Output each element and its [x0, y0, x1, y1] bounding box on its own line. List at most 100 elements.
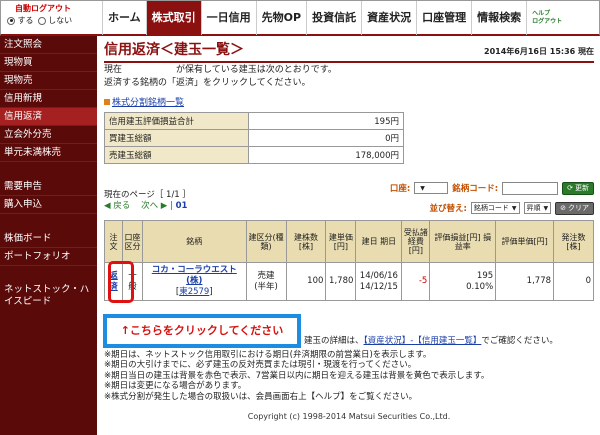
- sidebar-item-margin-repay[interactable]: 信用返済: [0, 108, 97, 126]
- next-page-link[interactable]: 次へ ▶: [141, 201, 167, 211]
- note-line: ※期日は変更になる場合があります。: [104, 381, 247, 391]
- code-label: 銘柄コード:: [452, 184, 499, 194]
- top-bar: 自動ログアウト する しない ホーム 株式取引 一日信用 先物OP 投資信託 資…: [0, 0, 600, 36]
- sidebar-item-stock-board[interactable]: 株価ボード: [0, 230, 97, 248]
- refresh-button[interactable]: ⟳ 更新: [562, 181, 594, 195]
- eval-price-cell: 1,778: [495, 262, 555, 301]
- table-header-row: 注文 口座区分 銘柄 建区分(種類) 建株数[株] 建単価[円] 建日 期日 受…: [104, 220, 594, 263]
- price-cell: 1,780: [325, 262, 357, 301]
- sidebar-item-purchase-apply[interactable]: 購入申込: [0, 196, 97, 214]
- click-here-callout: ↑こちらをクリックしてください: [103, 314, 301, 348]
- auto-logout-options: する しない: [7, 15, 101, 27]
- main-nav: ホーム 株式取引 一日信用 先物OP 投資信託 資産状況 口座管理 情報検索 ヘ…: [102, 1, 567, 35]
- note-line: ※期日当日の建玉は背景を赤色で表示、7営業日以内に期日を迎える建玉は背景を黄色で…: [104, 370, 490, 381]
- positions-table: 注文 口座区分 銘柄 建区分(種類) 建株数[株] 建単価[円] 建日 期日 受…: [104, 220, 594, 301]
- help-link[interactable]: ヘルプ: [532, 10, 562, 18]
- sidebar-item-portfolio[interactable]: ポートフォリオ: [0, 248, 97, 266]
- tab-futures-options[interactable]: 先物OP: [255, 1, 306, 35]
- note-line: ※株式分割が発生した場合の取扱いは、会員画面右上【ヘルプ】をご覧ください。: [104, 391, 418, 402]
- fees-cell: -5: [401, 262, 431, 301]
- summary-value: 178,000円: [248, 146, 404, 164]
- chevron-down-icon: ▼: [511, 205, 517, 212]
- auto-logout-off-radio[interactable]: しない: [37, 15, 72, 27]
- position-list-link[interactable]: 【資産状況】-【信用建玉一覧】: [364, 336, 482, 346]
- description-line-1: 現在 が保有している建玉は次のとおりです。: [104, 65, 337, 75]
- position-type-cell: 売建 (半年): [245, 262, 287, 301]
- col-order-qty: 発注数[株]: [553, 220, 594, 263]
- table-row: 信用建玉評価損益合計 195円: [104, 112, 404, 130]
- summary-table: 信用建玉評価損益合計 195円 買建玉総額 0円 売建玉総額 178,000円: [104, 112, 404, 164]
- stock-name-link[interactable]: コカ・コーラウエスト(株): [152, 265, 237, 286]
- note-line: ※期日は、ネットストック信用取引における期日(弁済期限の前営業日)を表示します。: [104, 349, 432, 360]
- col-account-type: 口座区分: [121, 220, 143, 263]
- table-row: 売建玉総額 178,000円: [104, 146, 404, 164]
- auto-logout-title: 自動ログアウト: [15, 4, 71, 13]
- description-line-2: 返済する銘柄の「返済」をクリックしてください。: [104, 78, 311, 88]
- sidebar-item-demand-report[interactable]: 需要申告: [0, 178, 97, 196]
- pager-links: ◀ 戻る 次へ ▶ | 01: [104, 201, 188, 211]
- chevron-down-icon: ▼: [420, 185, 425, 192]
- stock-code-input[interactable]: [502, 181, 559, 195]
- table-row: 買建玉総額 0円: [104, 129, 404, 147]
- current-page: 現在のページ［ 1/1 ］: [104, 190, 191, 200]
- pager: 現在のページ［ 1/1 ］ ◀ 戻る 次へ ▶ | 01: [104, 190, 191, 212]
- sidebar-item-order-inquiry[interactable]: 注文照会: [0, 36, 97, 54]
- table-row: 返済 一般 コカ・コーラウエスト(株) [東2579] 売建 (半年) 100 1…: [104, 262, 594, 301]
- chevron-down-icon: ▼: [543, 205, 549, 212]
- tab-assets[interactable]: 資産状況: [361, 1, 416, 35]
- current-datetime: 2014年6月16日 15:36 現在: [484, 47, 594, 56]
- col-fees: 受払諸経費[円]: [401, 220, 431, 263]
- col-order: 注文: [104, 220, 123, 263]
- page-number-link[interactable]: 01: [176, 201, 188, 211]
- sidebar-item-margin-new[interactable]: 信用新規: [0, 90, 97, 108]
- col-shares: 建株数[株]: [285, 220, 327, 263]
- profit-loss-cell: 195 0.10%: [429, 262, 497, 301]
- summary-label: 売建玉総額: [104, 146, 249, 164]
- sidebar-item-netstock-highspeed[interactable]: ネットストック・ハイスピード: [0, 282, 97, 308]
- auto-logout-on-radio[interactable]: する: [7, 15, 34, 27]
- logout-link[interactable]: ログアウト: [532, 18, 562, 26]
- shares-cell: 100: [285, 262, 327, 301]
- summary-label: 買建玉総額: [104, 129, 249, 147]
- col-profit-loss: 評価損益[円] 損益率: [429, 220, 497, 263]
- sidebar-item-odd-lot-sell[interactable]: 単元未満株売: [0, 144, 97, 162]
- order-qty-cell: 0: [553, 262, 594, 301]
- note-line: ※期日の大引けまでに、必ず建玉の反対売買または現引・現渡を行ってください。: [104, 360, 417, 370]
- summary-label: 信用建玉評価損益合計: [104, 112, 249, 130]
- account-label: 口座:: [389, 184, 411, 194]
- col-position-type: 建区分(種類): [245, 220, 287, 263]
- sidebar: 注文照会 現物買 現物売 信用新規 信用返済 立会外分売 単元未満株売 需要申告…: [0, 36, 97, 435]
- col-eval-price: 評価単価[円]: [495, 220, 555, 263]
- clear-icon: ⊘: [560, 204, 566, 212]
- col-dates: 建日 期日: [355, 220, 403, 263]
- summary-value: 0円: [248, 129, 404, 147]
- split-stock-list-link[interactable]: 株式分割銘柄一覧: [104, 95, 594, 108]
- tab-home[interactable]: ホーム: [102, 1, 146, 35]
- clear-button[interactable]: ⊘ クリア: [555, 201, 594, 215]
- bullet-square-icon: [104, 99, 110, 105]
- stock-code-link[interactable]: 東2579: [179, 287, 209, 297]
- sort-label: 並び替え:: [429, 204, 467, 214]
- help-logout-links[interactable]: ヘルプ ログアウト: [526, 1, 567, 35]
- sidebar-item-cash-sell[interactable]: 現物売: [0, 72, 97, 90]
- sort-field-select[interactable]: 銘柄コード ▼: [470, 202, 520, 214]
- tab-info-search[interactable]: 情報検索: [471, 1, 526, 35]
- sort-order-select[interactable]: 昇順 ▼: [523, 202, 552, 214]
- main-content: 信用返済＜建玉一覧＞ 2014年6月16日 15:36 現在 現在 が保有してい…: [104, 40, 594, 421]
- tab-account[interactable]: 口座管理: [416, 1, 471, 35]
- sidebar-item-off-floor[interactable]: 立会外分売: [0, 126, 97, 144]
- col-stock: 銘柄: [141, 220, 247, 263]
- stock-cell: コカ・コーラウエスト(株) [東2579]: [141, 262, 247, 301]
- sidebar-item-cash-buy[interactable]: 現物買: [0, 54, 97, 72]
- tab-day-credit[interactable]: 一日信用: [200, 1, 256, 35]
- tab-stock-trading[interactable]: 株式取引: [145, 1, 201, 35]
- refresh-icon: ⟳: [567, 184, 573, 192]
- auto-logout-panel: 自動ログアウト する しない: [3, 3, 101, 33]
- col-price: 建単価[円]: [325, 220, 357, 263]
- prev-page-link[interactable]: ◀ 戻る: [104, 201, 130, 211]
- tab-investment-trust[interactable]: 投資信託: [306, 1, 361, 35]
- copyright: Copyright (c) 1998-2014 Matsui Securitie…: [247, 412, 451, 421]
- repay-highlight-box: [108, 261, 134, 303]
- account-select[interactable]: ▼: [414, 182, 449, 194]
- summary-value: 195円: [248, 112, 404, 130]
